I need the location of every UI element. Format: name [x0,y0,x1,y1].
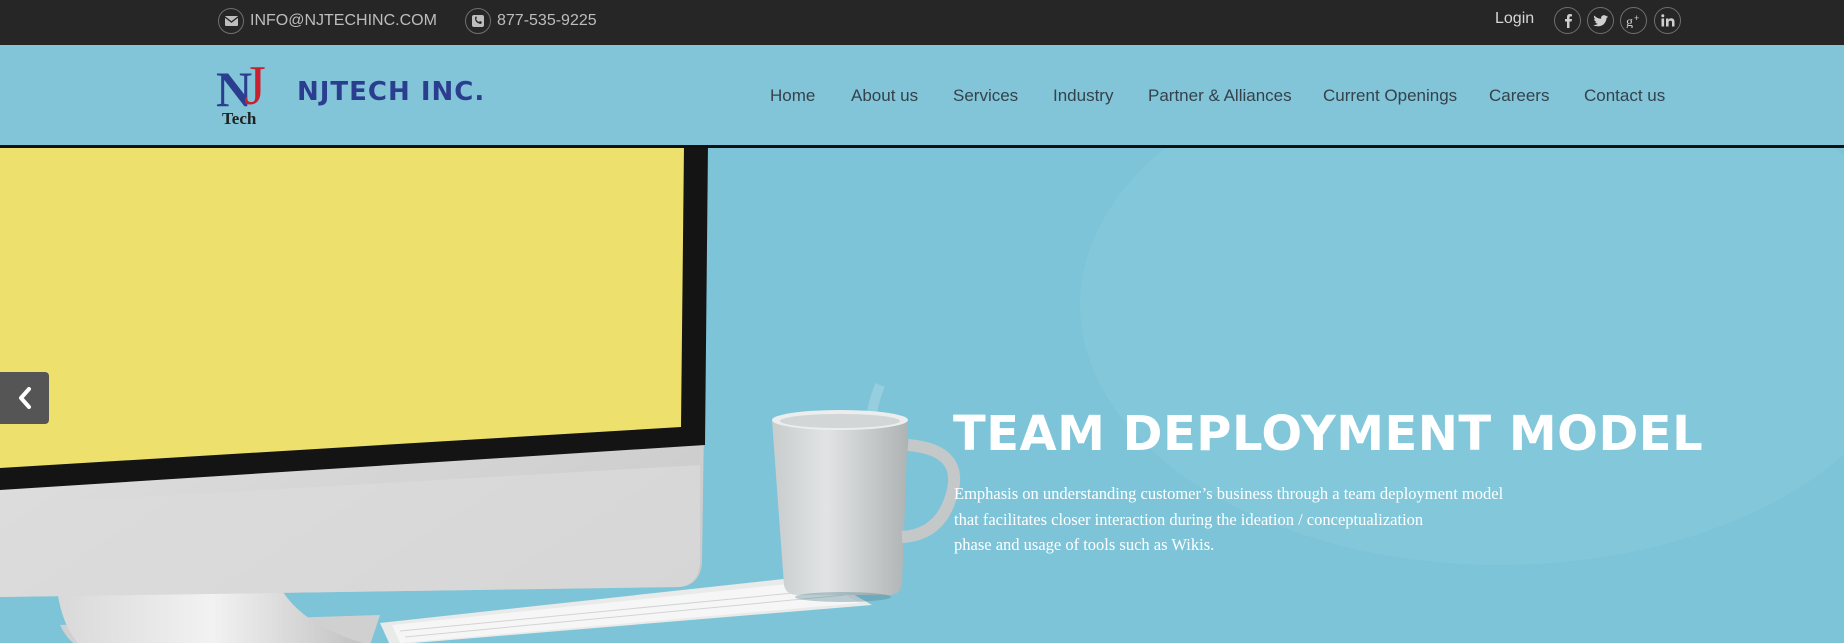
login-link[interactable]: Login [1495,10,1534,28]
nav-about-us[interactable]: About us [851,86,918,106]
hero-description: Emphasis on understanding customer’s bus… [954,481,1574,558]
contact-phone[interactable]: 877-535-9225 [465,8,597,34]
nav-services[interactable]: Services [953,86,1018,106]
slider-prev-button[interactable] [0,372,49,424]
hero-title: TEAM DEPLOYMENT MODEL [953,406,1704,462]
nav-partner-alliances[interactable]: Partner & Alliances [1148,86,1292,106]
envelope-icon [218,8,244,34]
logo-graphic: N J Tech NJTECH INC. [216,55,485,128]
phone-icon [465,8,491,34]
hero-description-line: Emphasis on understanding customer’s bus… [954,484,1504,503]
hero-slider: TEAM DEPLOYMENT MODEL Emphasis on unders… [0,145,1844,643]
chevron-left-icon [18,387,31,409]
facebook-icon[interactable] [1554,7,1581,34]
svg-text:Tech: Tech [222,109,257,126]
email-text[interactable]: INFO@NJTECHINC.COM [250,12,437,30]
phone-text[interactable]: 877-535-9225 [497,12,597,30]
svg-text:+: + [1634,14,1639,23]
top-bar: INFO@NJTECHINC.COM 877-535-9225 Login g + [0,0,1844,45]
nav-industry[interactable]: Industry [1053,86,1113,106]
twitter-icon[interactable] [1587,7,1614,34]
linkedin-icon[interactable] [1654,7,1681,34]
main-header: N J Tech NJTECH INC. Home About us Servi… [0,45,1844,145]
google-plus-icon[interactable]: g + [1620,7,1647,34]
nav-careers[interactable]: Careers [1489,86,1549,106]
nav-home[interactable]: Home [770,86,815,106]
svg-text:g: g [1626,15,1633,28]
nav-contact-us[interactable]: Contact us [1584,86,1665,106]
hero-background-image [0,148,1844,643]
hero-description-line: phase and usage of tools such as Wikis. [954,535,1215,554]
svg-text:NJTECH INC.: NJTECH INC. [297,77,485,107]
hero-description-line: that facilitates closer interaction duri… [954,509,1424,529]
nav-current-openings[interactable]: Current Openings [1323,86,1457,106]
company-logo[interactable]: N J Tech NJTECH INC. [216,55,521,128]
contact-email[interactable]: INFO@NJTECHINC.COM [218,8,437,34]
